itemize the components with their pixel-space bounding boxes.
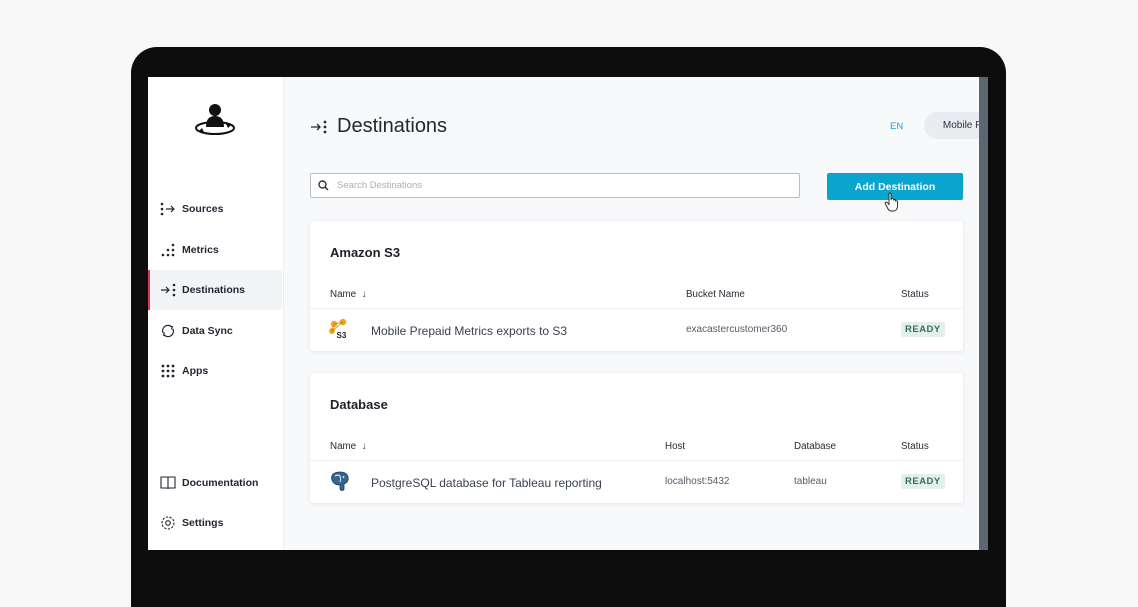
sidebar-item-label: Sources [182,203,224,215]
sidebar-item-label: Documentation [182,477,259,489]
sources-icon [160,201,176,217]
status-badge: READY [901,474,945,489]
search-input[interactable] [335,179,779,192]
column-header-name[interactable]: Name ↓ [330,441,367,452]
sidebar-item-label: Destinations [182,284,246,296]
arrow-down-icon: ↓ [361,289,367,300]
destinations-icon [160,282,176,298]
column-header-bucket-name: Bucket Name [686,289,745,300]
divider [310,308,963,309]
section-title: Database [330,397,388,412]
sidebar-item-data-sync[interactable]: Data Sync [148,311,282,351]
page-title: Destinations [337,115,448,137]
sidebar-item-sources[interactable]: Sources [148,189,282,229]
bucket-name-cell: exacastercustomer360 [686,324,788,335]
sidebar-item-destinations[interactable]: Destinations [148,270,282,310]
sidebar-item-settings[interactable]: Settings [148,503,282,543]
postgresql-icon [331,471,349,491]
database-section: Database Name ↓ Host Database Status Pos… [310,373,963,503]
hand-cursor-icon [884,192,898,212]
apps-icon [160,363,176,379]
status-badge: READY [901,322,945,337]
column-header-status: Status [901,289,929,300]
page-header: Destinations [310,115,447,138]
main-content: Destinations EN Mobile Prepaid Demo E Ad… [284,77,988,550]
s3-icon: S3 [329,318,347,340]
column-header-database: Database [794,441,836,452]
sidebar-item-metrics[interactable]: Metrics [148,230,282,270]
host-cell: localhost:5432 [665,476,730,487]
divider [310,460,963,461]
metrics-icon [160,242,176,258]
language-selector[interactable]: EN [890,121,903,132]
app-screen: Sources Metrics Destinations Data Sync A… [148,77,988,550]
svg-text:S3: S3 [337,331,347,340]
screen-bezel-edge [979,77,988,550]
sidebar-item-label: Settings [182,517,224,529]
sidebar-item-label: Data Sync [182,325,233,337]
sidebar-item-documentation[interactable]: Documentation [148,463,282,503]
sidebar: Sources Metrics Destinations Data Sync A… [148,77,284,550]
book-icon [160,475,176,491]
database-cell: tableau [794,476,827,487]
sidebar-item-label: Apps [182,365,209,377]
destination-name-link[interactable]: Mobile Prepaid Metrics exports to S3 [371,324,567,338]
column-header-status: Status [901,441,929,452]
logo-icon [195,104,235,135]
destination-name-link[interactable]: PostgreSQL database for Tableau reportin… [371,476,602,490]
sidebar-item-apps[interactable]: Apps [148,351,282,391]
destinations-icon [311,120,327,133]
gear-icon [160,515,176,531]
search-box [310,173,800,198]
column-header-host: Host [665,441,686,452]
section-title: Amazon S3 [330,245,401,260]
arrow-down-icon: ↓ [361,441,367,452]
amazon-s3-section: Amazon S3 Name ↓ Bucket Name Status S3 M… [310,221,963,351]
column-header-name[interactable]: Name ↓ [330,289,367,300]
data-sync-icon [160,323,176,339]
sidebar-item-label: Metrics [182,244,219,256]
search-icon [318,180,329,191]
